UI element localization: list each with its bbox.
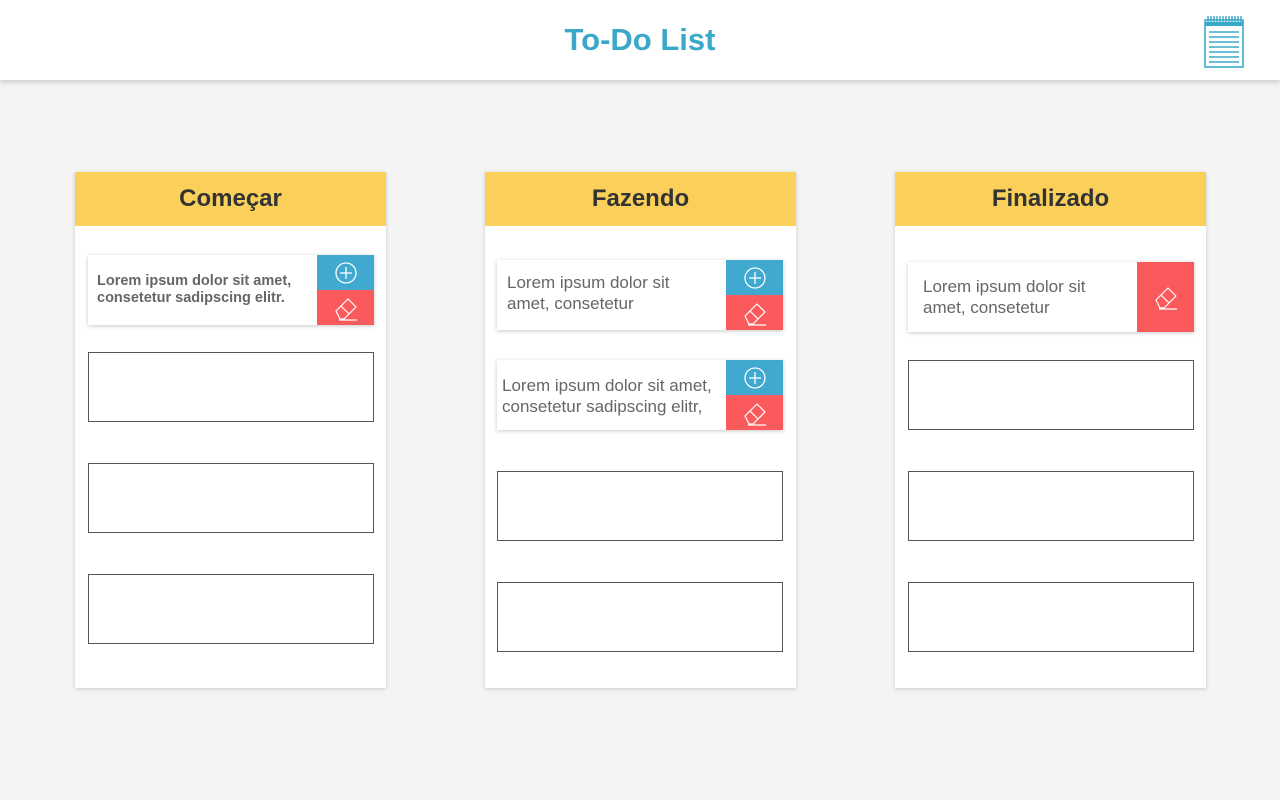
task-card[interactable]: Lorem ipsum dolor sit amet, consetetur bbox=[497, 260, 783, 330]
empty-task-slot[interactable] bbox=[908, 471, 1194, 541]
add-button[interactable] bbox=[726, 360, 783, 395]
app-title: To-Do List bbox=[564, 22, 716, 57]
empty-task-slot[interactable] bbox=[497, 582, 783, 652]
erase-button[interactable] bbox=[726, 295, 783, 330]
erase-button[interactable] bbox=[1137, 262, 1194, 332]
column-fazendo: Fazendo Lorem ipsum dolor sit amet, cons… bbox=[485, 172, 796, 688]
column-finalizado: Finalizado Lorem ipsum dolor sit amet, c… bbox=[895, 172, 1206, 688]
empty-task-slot[interactable] bbox=[497, 471, 783, 541]
notepad-icon[interactable] bbox=[1203, 15, 1245, 69]
task-card[interactable]: Lorem ipsum dolor sit amet, consetetur s… bbox=[88, 255, 374, 325]
add-button[interactable] bbox=[726, 260, 783, 295]
empty-task-slot[interactable] bbox=[88, 463, 374, 533]
task-text: Lorem ipsum dolor sit amet, consetetur s… bbox=[97, 273, 292, 306]
app-header: To-Do List bbox=[0, 0, 1280, 80]
eraser-icon bbox=[743, 302, 766, 326]
add-button[interactable] bbox=[317, 255, 374, 290]
add-icon bbox=[743, 366, 766, 389]
task-card[interactable]: Lorem ipsum dolor sit amet, consetetur s… bbox=[497, 360, 783, 430]
column-title: Começar bbox=[75, 172, 386, 226]
empty-task-slot[interactable] bbox=[88, 352, 374, 422]
erase-button[interactable] bbox=[317, 290, 374, 325]
empty-task-slot[interactable] bbox=[908, 360, 1194, 430]
eraser-icon bbox=[1154, 287, 1177, 310]
eraser-icon bbox=[334, 297, 357, 321]
eraser-icon bbox=[743, 402, 766, 426]
erase-button[interactable] bbox=[726, 395, 783, 430]
column-title: Fazendo bbox=[485, 172, 796, 226]
task-text: Lorem ipsum dolor sit amet, consetetur bbox=[507, 273, 670, 313]
empty-task-slot[interactable] bbox=[88, 574, 374, 644]
column-title: Finalizado bbox=[895, 172, 1206, 226]
task-text: Lorem ipsum dolor sit amet, consetetur s… bbox=[502, 376, 712, 416]
add-icon bbox=[743, 266, 766, 289]
task-text: Lorem ipsum dolor sit amet, consetetur bbox=[923, 277, 1086, 317]
add-icon bbox=[334, 261, 357, 284]
column-comecar: Começar Lorem ipsum dolor sit amet, cons… bbox=[75, 172, 386, 688]
task-card[interactable]: Lorem ipsum dolor sit amet, consetetur bbox=[908, 262, 1194, 332]
empty-task-slot[interactable] bbox=[908, 582, 1194, 652]
